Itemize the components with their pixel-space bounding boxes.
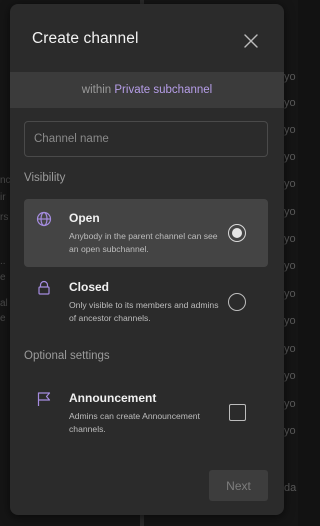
option-description: Only visible to its members and admins o… [69, 300, 219, 323]
visibility-label: Visibility [24, 172, 66, 184]
option-title: Closed [69, 280, 110, 294]
parent-channel-name: Private subchannel [114, 84, 213, 96]
radio-selected-dot [231, 227, 242, 238]
create-channel-dialog: Create channel within Private subchannel… [10, 4, 284, 515]
visibility-option-open[interactable]: Open Anybody in the parent channel can s… [24, 199, 268, 267]
dialog-header: Create channel [10, 4, 284, 72]
globe-icon [36, 211, 52, 227]
lock-icon [38, 280, 50, 295]
channel-name-input[interactable] [24, 121, 268, 157]
flag-icon [37, 392, 51, 406]
background-text: yo [284, 97, 296, 109]
option-description: Anybody in the parent channel can see an… [69, 231, 218, 254]
background-text: yo [284, 151, 296, 163]
close-icon [244, 34, 258, 48]
option-title: Open [69, 211, 100, 225]
open-radio[interactable] [228, 224, 246, 242]
background-text: .. [0, 256, 6, 267]
background-text: al [0, 298, 8, 309]
dialog-title: Create channel [32, 30, 139, 47]
option-description: Admins can create Announcement channels. [69, 411, 200, 434]
background-text: da [284, 482, 297, 494]
optional-settings-label: Optional settings [24, 350, 110, 362]
background-text: yo [284, 124, 296, 136]
background-text: yo [284, 398, 296, 410]
background-text: yo [284, 178, 296, 190]
background-text: yo [284, 315, 296, 327]
background-text: yo [284, 260, 296, 272]
announcement-checkbox[interactable] [229, 404, 246, 421]
background-text: yo [284, 233, 296, 245]
option-title: Announcement [69, 391, 157, 405]
background-text: yo [284, 343, 296, 355]
background-text: yo [284, 288, 296, 300]
background-text: nc [0, 175, 11, 186]
closed-radio[interactable] [228, 293, 246, 311]
close-button[interactable] [240, 30, 262, 52]
background-text: e [0, 313, 6, 324]
announcement-option[interactable]: Announcement Admins can create Announcem… [24, 379, 268, 447]
background-text: ir [0, 192, 6, 203]
context-prefix: within [81, 84, 112, 96]
background-text: e [0, 272, 6, 283]
background-text: yo [284, 425, 296, 437]
background-text: yo [284, 370, 296, 382]
next-button[interactable]: Next [209, 470, 268, 501]
background-text: rs [0, 212, 9, 223]
background-text: yo [284, 71, 296, 83]
background-text: yo [284, 206, 296, 218]
visibility-option-closed[interactable]: Closed Only visible to its members and a… [24, 268, 268, 336]
parent-channel-context: within Private subchannel [10, 72, 284, 108]
